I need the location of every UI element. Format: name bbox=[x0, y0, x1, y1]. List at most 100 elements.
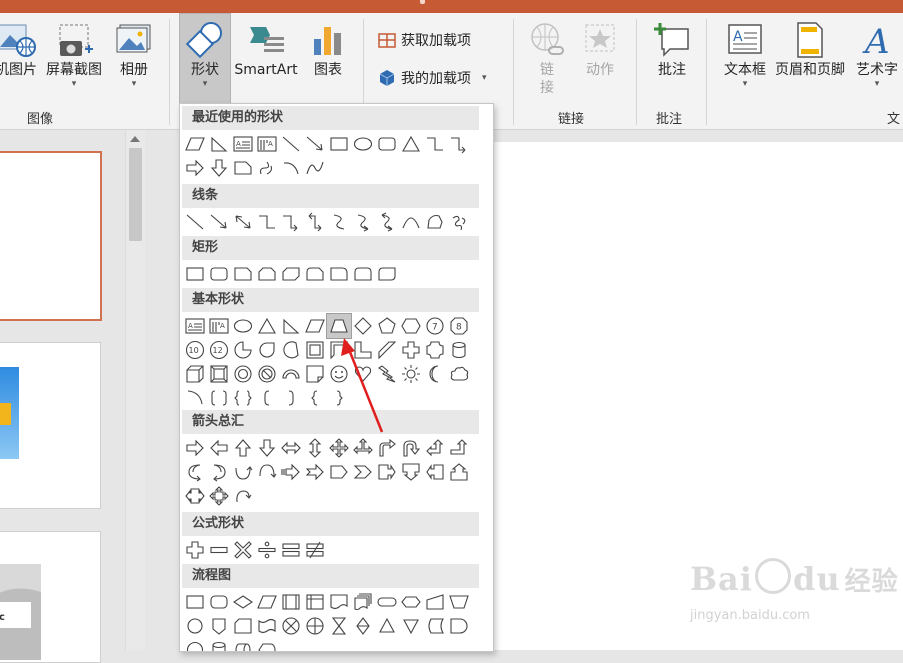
shape-scribble[interactable] bbox=[447, 210, 471, 234]
shape-vertical-textbox[interactable]: A bbox=[255, 132, 279, 156]
shape-manual-operation[interactable] bbox=[447, 590, 471, 614]
shape-freeform-curve[interactable] bbox=[255, 156, 279, 180]
shape-quad-arrow-callout[interactable] bbox=[207, 484, 231, 508]
action-button[interactable]: 动作 bbox=[578, 21, 622, 79]
shape-wave-curve[interactable] bbox=[303, 156, 327, 180]
shape-left-bracket[interactable] bbox=[255, 386, 279, 410]
shape-cube[interactable] bbox=[183, 362, 207, 386]
shape-curved-left-arrow[interactable] bbox=[207, 460, 231, 484]
shape-l-shape[interactable] bbox=[351, 338, 375, 362]
shape-pie[interactable] bbox=[231, 338, 255, 362]
shape-striped-right-arrow[interactable] bbox=[279, 460, 303, 484]
shape-snip-round[interactable] bbox=[303, 262, 327, 286]
shape-plus[interactable] bbox=[183, 538, 207, 562]
slide-thumbnail-2[interactable] bbox=[0, 342, 101, 509]
shape-parallelogram[interactable] bbox=[183, 132, 207, 156]
shape-stored-data[interactable] bbox=[423, 614, 447, 638]
shape-circular-arrow[interactable] bbox=[231, 484, 255, 508]
shape-right-triangle[interactable] bbox=[279, 314, 303, 338]
shape-right-arrow[interactable] bbox=[183, 436, 207, 460]
shape-left-right-arrow-callout[interactable] bbox=[183, 484, 207, 508]
chart-button[interactable]: 图表 bbox=[306, 21, 350, 79]
shape-u-turn-arrow[interactable] bbox=[399, 436, 423, 460]
shape-teardrop[interactable] bbox=[255, 338, 279, 362]
shape-trapezoid[interactable] bbox=[326, 313, 352, 339]
scroll-up-arrow-icon[interactable] bbox=[130, 136, 140, 142]
shape-quad-arrow[interactable] bbox=[327, 436, 351, 460]
shape-manual-input[interactable] bbox=[423, 590, 447, 614]
shape-card[interactable] bbox=[231, 614, 255, 638]
shape-multidocument[interactable] bbox=[351, 590, 375, 614]
shape-summing-junction[interactable] bbox=[279, 614, 303, 638]
shape-document[interactable] bbox=[327, 590, 351, 614]
screenshot-button[interactable]: 屏幕截图 ▾ bbox=[42, 21, 106, 89]
link-button[interactable]: 链接 bbox=[526, 21, 568, 97]
header-footer-button[interactable]: 页眉和页脚 bbox=[772, 21, 848, 79]
shape-curve[interactable] bbox=[399, 210, 423, 234]
shape-oval[interactable] bbox=[351, 132, 375, 156]
shape-up-arrow[interactable] bbox=[231, 436, 255, 460]
shape-freeform[interactable] bbox=[423, 210, 447, 234]
shape-curved-up-arrow[interactable] bbox=[231, 460, 255, 484]
shape-line-arrow[interactable] bbox=[303, 132, 327, 156]
shape-double-brace[interactable] bbox=[231, 386, 255, 410]
shape-predefined-process[interactable] bbox=[279, 590, 303, 614]
shape-left-right-up-arrow[interactable] bbox=[351, 436, 375, 460]
shape-connector[interactable] bbox=[183, 614, 207, 638]
shape-sort[interactable] bbox=[351, 614, 375, 638]
shape-left-right-arrow[interactable] bbox=[279, 436, 303, 460]
shape-delay[interactable] bbox=[447, 614, 471, 638]
shape-frame[interactable] bbox=[303, 338, 327, 362]
shape-line-double-arrow[interactable] bbox=[231, 210, 255, 234]
shape-round-diagonal[interactable] bbox=[375, 262, 399, 286]
shape-multiply[interactable] bbox=[231, 538, 255, 562]
shape-snip-same-side[interactable] bbox=[255, 262, 279, 286]
shape-parallelogram[interactable] bbox=[303, 314, 327, 338]
shape-chevron[interactable] bbox=[351, 460, 375, 484]
shape-equal[interactable] bbox=[279, 538, 303, 562]
shape-notched-right-arrow[interactable] bbox=[303, 460, 327, 484]
wordart-button[interactable]: A 艺术字 ▾ bbox=[850, 21, 903, 89]
shape-round-single[interactable] bbox=[327, 262, 351, 286]
shape-left-arrow[interactable] bbox=[207, 436, 231, 460]
shape-curved-connector[interactable] bbox=[327, 210, 351, 234]
shape-right-arrow[interactable] bbox=[183, 156, 207, 180]
shape-round-same-side[interactable] bbox=[351, 262, 375, 286]
shape-plaque[interactable] bbox=[423, 338, 447, 362]
shape-pentagon[interactable] bbox=[375, 314, 399, 338]
shape-process[interactable] bbox=[183, 590, 207, 614]
shape-right-arrow-callout[interactable] bbox=[375, 460, 399, 484]
shape-down-arrow-callout[interactable] bbox=[399, 460, 423, 484]
shape-rectangle[interactable] bbox=[327, 132, 351, 156]
shape-divide[interactable] bbox=[255, 538, 279, 562]
shape-arc[interactable] bbox=[279, 156, 303, 180]
shape-punched-tape[interactable] bbox=[255, 614, 279, 638]
shape-line[interactable] bbox=[183, 210, 207, 234]
shape-can[interactable] bbox=[447, 338, 471, 362]
shape-decision[interactable] bbox=[231, 590, 255, 614]
shape-preparation[interactable] bbox=[399, 590, 423, 614]
shape-bevel[interactable] bbox=[207, 362, 231, 386]
shape-rounded-rectangle[interactable] bbox=[375, 132, 399, 156]
shape-curved-down-arrow[interactable] bbox=[255, 460, 279, 484]
shape-internal-storage[interactable] bbox=[303, 590, 327, 614]
shape-smiley[interactable] bbox=[327, 362, 351, 386]
shape-down-arrow[interactable] bbox=[255, 436, 279, 460]
my-addins-button[interactable]: 我的加载项 ▾ bbox=[378, 68, 487, 88]
shape-merge[interactable] bbox=[399, 614, 423, 638]
smartart-button[interactable]: SmartArt bbox=[232, 21, 300, 79]
shape-textbox[interactable]: A bbox=[183, 314, 207, 338]
shape-dodecagon[interactable]: 12 bbox=[207, 338, 231, 362]
shape-snip-corner[interactable] bbox=[231, 156, 255, 180]
shape-off-page-connector[interactable] bbox=[207, 614, 231, 638]
shape-rounded-rectangle[interactable] bbox=[207, 262, 231, 286]
shape-cloud[interactable] bbox=[447, 362, 471, 386]
shape-left-up-arrow[interactable] bbox=[423, 436, 447, 460]
shape-heptagon[interactable]: 7 bbox=[423, 314, 447, 338]
shape-curved-arrow-connector[interactable] bbox=[351, 210, 375, 234]
shape-triangle[interactable] bbox=[399, 132, 423, 156]
shape-snip-single[interactable] bbox=[231, 262, 255, 286]
shape-right-triangle[interactable] bbox=[207, 132, 231, 156]
comment-button[interactable]: 批注 bbox=[646, 21, 698, 79]
shape-bent-arrow[interactable] bbox=[375, 436, 399, 460]
